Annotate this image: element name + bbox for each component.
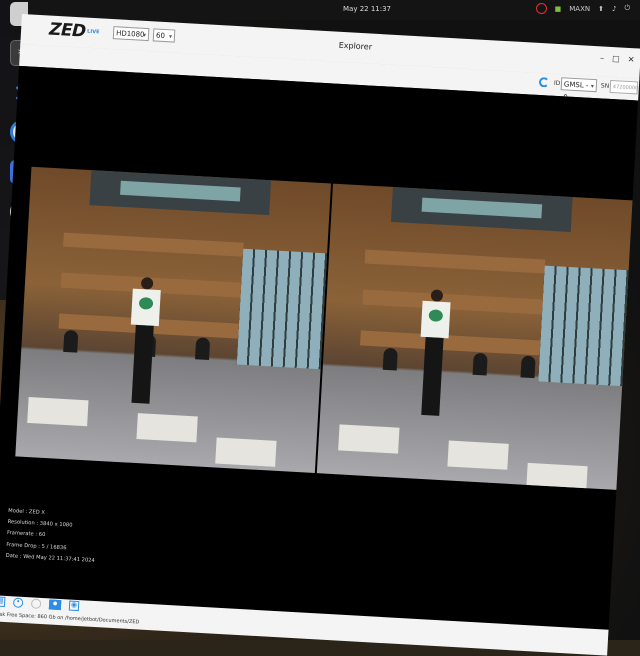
glass-wall [538,265,629,386]
video-viewer[interactable]: Model : ZED X Resolution : 3840 x 1080 F… [0,65,639,630]
stream-icon[interactable]: • [12,597,24,608]
glass-wall [236,248,328,369]
camera-info-panel: Model : ZED X Resolution : 3840 x 1080 F… [5,506,97,567]
action-icons: ▤ • ● ◉ [0,596,80,612]
zed-explorer-window: ZED LIVE HD1080 ▾ 60 ▾ Explorer – □ ✕ ID… [0,14,640,656]
person [416,289,451,420]
left-camera-frame [15,166,332,474]
svo-icon[interactable]: ● [48,599,62,611]
network-icon[interactable]: ⬆ [598,5,604,13]
close-icon[interactable]: ✕ [627,55,634,64]
balcony [364,249,546,274]
power-icon[interactable]: ⏻ [624,4,630,13]
floor-tile [136,413,198,443]
person-head [140,277,154,290]
floor-tile [447,440,509,470]
refresh-icon[interactable] [538,76,550,88]
floor-tile [215,437,277,467]
minimize-icon[interactable]: – [600,53,604,62]
folder-icon[interactable]: ▤ [0,596,6,607]
system-top-bar: May 22 11:37 ■ MAXN ⬆ ♪ ⏻ [28,0,640,20]
record-icon[interactable] [30,598,42,609]
person-legs [421,337,444,416]
fps-value: 60 [155,31,166,41]
record-indicator-icon[interactable] [535,3,547,14]
archway [472,352,488,376]
chevron-down-icon: ▾ [590,82,595,91]
resolution-select[interactable]: HD1080 ▾ [112,26,150,42]
zed-logo: ZED [48,19,87,42]
live-badge: LIVE [86,28,100,36]
fps-select[interactable]: 60 ▾ [152,28,176,43]
floor-tile [27,396,89,427]
speaker-icon[interactable]: ♪ [612,5,616,13]
person-head [430,289,444,302]
person-legs [131,324,154,404]
floor-tile [526,462,588,490]
archway [520,355,536,378]
serial-input[interactable]: 47200000 [609,79,638,95]
system-tray: ■ MAXN ⬆ ♪ ⏻ [535,3,630,14]
nvidia-icon[interactable]: ■ [555,5,562,13]
serial-label: SN [600,82,610,90]
clock[interactable]: May 22 11:37 [343,5,391,13]
right-camera-frame [316,183,633,490]
power-mode-label[interactable]: MAXN [569,5,590,13]
archway [382,347,398,371]
camera-select[interactable]: GMSL - 0 ▾ [560,77,598,102]
maximize-icon[interactable]: □ [612,54,620,63]
resolution-value: HD1080 [115,29,145,39]
balcony [362,289,543,315]
camera-id-label: ID [553,79,561,88]
archway [63,329,79,353]
chevron-down-icon: ▾ [142,31,147,39]
window-title: Explorer [338,40,373,52]
floor-tile [338,424,400,454]
person [126,277,161,408]
balcony [63,232,244,258]
chevron-down-icon: ▾ [168,33,173,41]
snapshot-icon[interactable]: ◉ [68,600,80,612]
archway [195,336,211,360]
window-controls: – □ ✕ [600,53,635,64]
